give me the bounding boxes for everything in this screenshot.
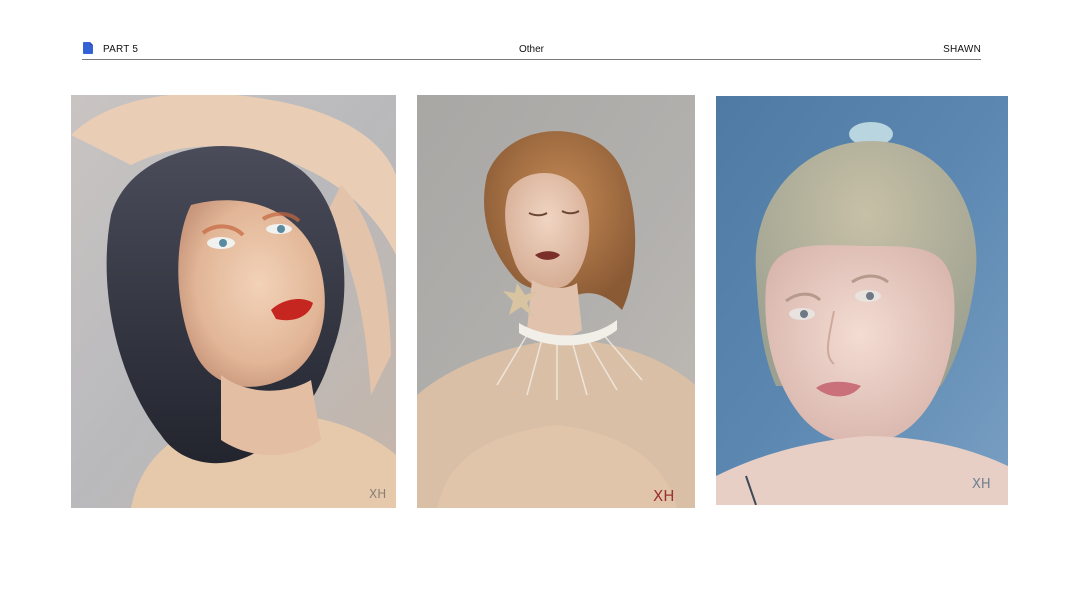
artist-signature: XH bbox=[369, 487, 386, 501]
artist-signature: XH bbox=[653, 487, 675, 505]
page-header: PART 5 Other SHAWN bbox=[82, 42, 981, 60]
section-title: Other bbox=[518, 44, 544, 55]
artist-signature: XH bbox=[972, 477, 991, 492]
portrait-painting-2: XH bbox=[417, 95, 695, 508]
header-divider bbox=[82, 59, 981, 60]
portrait-painting-1: XH bbox=[71, 95, 396, 508]
page: PART 5 Other SHAWN XH XH XH bbox=[0, 0, 1065, 600]
portrait-painting-3: XH bbox=[716, 96, 1008, 505]
author-name: SHAWN bbox=[943, 44, 981, 55]
